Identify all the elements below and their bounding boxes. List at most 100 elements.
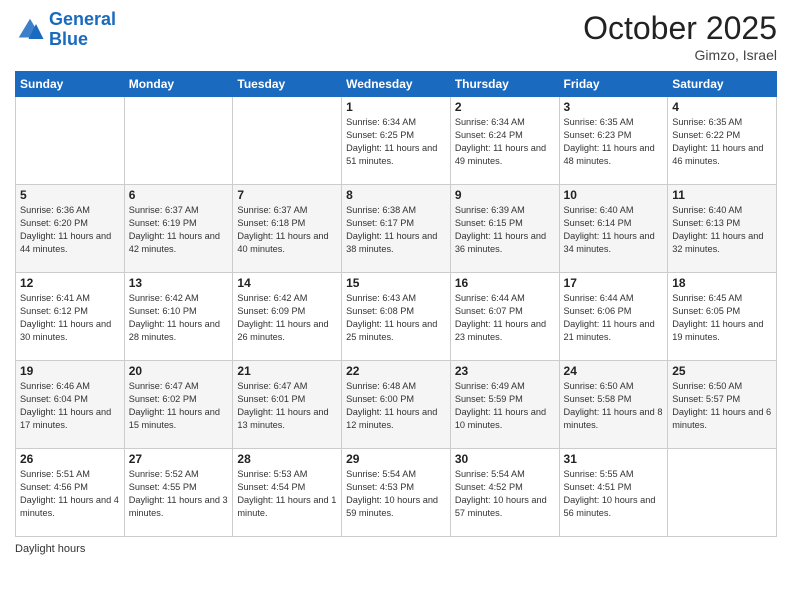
- day-cell-1-3: [233, 97, 342, 185]
- day-cell-4-7: 25Sunrise: 6:50 AMSunset: 5:57 PMDayligh…: [668, 361, 777, 449]
- day-number: 4: [672, 100, 772, 114]
- day-cell-2-4: 8 Sunrise: 6:38 AMSunset: 6:17 PMDaylight…: [342, 185, 451, 273]
- logo: General Blue: [15, 10, 116, 50]
- day-info: Sunrise: 5:55 AMSunset: 4:51 PMDaylight:…: [564, 468, 664, 520]
- day-cell-2-2: 6 Sunrise: 6:37 AMSunset: 6:19 PMDaylight…: [124, 185, 233, 273]
- day-info: Sunrise: 6:38 AMSunset: 6:17 PMDaylight:…: [346, 204, 446, 256]
- logo-icon: [15, 15, 45, 45]
- day-cell-1-6: 3 Sunrise: 6:35 AMSunset: 6:23 PMDaylight…: [559, 97, 668, 185]
- day-cell-5-5: 30 Sunrise: 5:54 AMSunset: 4:52 PMDayligh…: [450, 449, 559, 537]
- header-thursday: Thursday: [450, 72, 559, 97]
- day-number: 5: [20, 188, 120, 202]
- day-cell-5-2: 27Sunrise: 5:52 AMSunset: 4:55 PMDayligh…: [124, 449, 233, 537]
- day-info: Sunrise: 5:52 AMSunset: 4:55 PMDaylight:…: [129, 468, 229, 520]
- day-cell-3-7: 18 Sunrise: 6:45 AMSunset: 6:05 PMDayligh…: [668, 273, 777, 361]
- day-number: 18: [672, 276, 772, 290]
- month-title: October 2025: [583, 10, 777, 47]
- day-info: Sunrise: 6:50 AMSunset: 5:58 PMDaylight:…: [564, 380, 664, 432]
- page: General Blue October 2025 Gimzo, Israel …: [0, 0, 792, 612]
- day-cell-5-4: 29 Sunrise: 5:54 AMSunset: 4:53 PMDayligh…: [342, 449, 451, 537]
- day-number: 22: [346, 364, 446, 378]
- day-info: Sunrise: 5:53 AMSunset: 4:54 PMDaylight:…: [237, 468, 337, 520]
- day-cell-2-7: 11 Sunrise: 6:40 AMSunset: 6:13 PMDayligh…: [668, 185, 777, 273]
- day-cell-3-6: 17 Sunrise: 6:44 AMSunset: 6:06 PMDayligh…: [559, 273, 668, 361]
- day-number: 16: [455, 276, 555, 290]
- day-info: Sunrise: 6:45 AMSunset: 6:05 PMDaylight:…: [672, 292, 772, 344]
- day-info: Sunrise: 6:42 AMSunset: 6:10 PMDaylight:…: [129, 292, 229, 344]
- day-number: 6: [129, 188, 229, 202]
- day-number: 21: [237, 364, 337, 378]
- day-number: 11: [672, 188, 772, 202]
- day-cell-4-1: 19 Sunrise: 6:46 AMSunset: 6:04 PMDayligh…: [16, 361, 125, 449]
- day-info: Sunrise: 6:35 AMSunset: 6:23 PMDaylight:…: [564, 116, 664, 168]
- day-info: Sunrise: 6:44 AMSunset: 6:07 PMDaylight:…: [455, 292, 555, 344]
- day-info: Sunrise: 6:34 AMSunset: 6:25 PMDaylight:…: [346, 116, 446, 168]
- day-number: 17: [564, 276, 664, 290]
- day-number: 15: [346, 276, 446, 290]
- day-number: 25: [672, 364, 772, 378]
- day-cell-5-7: [668, 449, 777, 537]
- day-cell-1-5: 2 Sunrise: 6:34 AMSunset: 6:24 PMDaylight…: [450, 97, 559, 185]
- calendar-table: Sunday Monday Tuesday Wednesday Thursday…: [15, 71, 777, 537]
- header-tuesday: Tuesday: [233, 72, 342, 97]
- day-cell-3-4: 15 Sunrise: 6:43 AMSunset: 6:08 PMDayligh…: [342, 273, 451, 361]
- day-number: 29: [346, 452, 446, 466]
- day-number: 1: [346, 100, 446, 114]
- day-number: 24: [564, 364, 664, 378]
- week-row-1: 1 Sunrise: 6:34 AMSunset: 6:25 PMDaylight…: [16, 97, 777, 185]
- day-info: Sunrise: 5:54 AMSunset: 4:52 PMDaylight:…: [455, 468, 555, 520]
- day-number: 2: [455, 100, 555, 114]
- day-number: 30: [455, 452, 555, 466]
- daylight-label: Daylight hours: [15, 543, 85, 555]
- day-cell-3-2: 13 Sunrise: 6:42 AMSunset: 6:10 PMDayligh…: [124, 273, 233, 361]
- day-number: 3: [564, 100, 664, 114]
- day-info: Sunrise: 6:47 AMSunset: 6:02 PMDaylight:…: [129, 380, 229, 432]
- day-info: Sunrise: 6:42 AMSunset: 6:09 PMDaylight:…: [237, 292, 337, 344]
- header-wednesday: Wednesday: [342, 72, 451, 97]
- day-cell-3-3: 14Sunrise: 6:42 AMSunset: 6:09 PMDayligh…: [233, 273, 342, 361]
- day-info: Sunrise: 6:36 AMSunset: 6:20 PMDaylight:…: [20, 204, 120, 256]
- day-info: Sunrise: 6:44 AMSunset: 6:06 PMDaylight:…: [564, 292, 664, 344]
- day-number: 13: [129, 276, 229, 290]
- day-cell-5-6: 31 Sunrise: 5:55 AMSunset: 4:51 PMDayligh…: [559, 449, 668, 537]
- week-row-2: 5 Sunrise: 6:36 AMSunset: 6:20 PMDaylight…: [16, 185, 777, 273]
- day-cell-2-5: 9Sunrise: 6:39 AMSunset: 6:15 PMDaylight…: [450, 185, 559, 273]
- day-info: Sunrise: 6:41 AMSunset: 6:12 PMDaylight:…: [20, 292, 120, 344]
- header-saturday: Saturday: [668, 72, 777, 97]
- day-cell-4-2: 20Sunrise: 6:47 AMSunset: 6:02 PMDayligh…: [124, 361, 233, 449]
- day-number: 8: [346, 188, 446, 202]
- day-info: Sunrise: 6:34 AMSunset: 6:24 PMDaylight:…: [455, 116, 555, 168]
- day-info: Sunrise: 6:49 AMSunset: 5:59 PMDaylight:…: [455, 380, 555, 432]
- day-cell-5-3: 28Sunrise: 5:53 AMSunset: 4:54 PMDayligh…: [233, 449, 342, 537]
- day-cell-3-5: 16 Sunrise: 6:44 AMSunset: 6:07 PMDayligh…: [450, 273, 559, 361]
- day-info: Sunrise: 6:37 AMSunset: 6:18 PMDaylight:…: [237, 204, 337, 256]
- day-info: Sunrise: 6:40 AMSunset: 6:13 PMDaylight:…: [672, 204, 772, 256]
- day-cell-1-2: [124, 97, 233, 185]
- day-number: 9: [455, 188, 555, 202]
- day-cell-1-7: 4Sunrise: 6:35 AMSunset: 6:22 PMDaylight…: [668, 97, 777, 185]
- day-number: 7: [237, 188, 337, 202]
- location: Gimzo, Israel: [583, 47, 777, 63]
- day-cell-4-6: 24 Sunrise: 6:50 AMSunset: 5:58 PMDayligh…: [559, 361, 668, 449]
- day-number: 19: [20, 364, 120, 378]
- day-number: 31: [564, 452, 664, 466]
- day-number: 12: [20, 276, 120, 290]
- day-info: Sunrise: 5:54 AMSunset: 4:53 PMDaylight:…: [346, 468, 446, 520]
- day-cell-2-1: 5 Sunrise: 6:36 AMSunset: 6:20 PMDaylight…: [16, 185, 125, 273]
- day-info: Sunrise: 6:47 AMSunset: 6:01 PMDaylight:…: [237, 380, 337, 432]
- day-number: 10: [564, 188, 664, 202]
- week-row-5: 26Sunrise: 5:51 AMSunset: 4:56 PMDayligh…: [16, 449, 777, 537]
- header-sunday: Sunday: [16, 72, 125, 97]
- day-cell-4-4: 22 Sunrise: 6:48 AMSunset: 6:00 PMDayligh…: [342, 361, 451, 449]
- day-info: Sunrise: 6:37 AMSunset: 6:19 PMDaylight:…: [129, 204, 229, 256]
- day-info: Sunrise: 6:46 AMSunset: 6:04 PMDaylight:…: [20, 380, 120, 432]
- day-info: Sunrise: 6:43 AMSunset: 6:08 PMDaylight:…: [346, 292, 446, 344]
- day-cell-1-4: 1 Sunrise: 6:34 AMSunset: 6:25 PMDaylight…: [342, 97, 451, 185]
- header-friday: Friday: [559, 72, 668, 97]
- header-monday: Monday: [124, 72, 233, 97]
- day-number: 26: [20, 452, 120, 466]
- day-cell-3-1: 12 Sunrise: 6:41 AMSunset: 6:12 PMDayligh…: [16, 273, 125, 361]
- week-row-3: 12 Sunrise: 6:41 AMSunset: 6:12 PMDayligh…: [16, 273, 777, 361]
- day-cell-4-5: 23Sunrise: 6:49 AMSunset: 5:59 PMDayligh…: [450, 361, 559, 449]
- day-info: Sunrise: 6:48 AMSunset: 6:00 PMDaylight:…: [346, 380, 446, 432]
